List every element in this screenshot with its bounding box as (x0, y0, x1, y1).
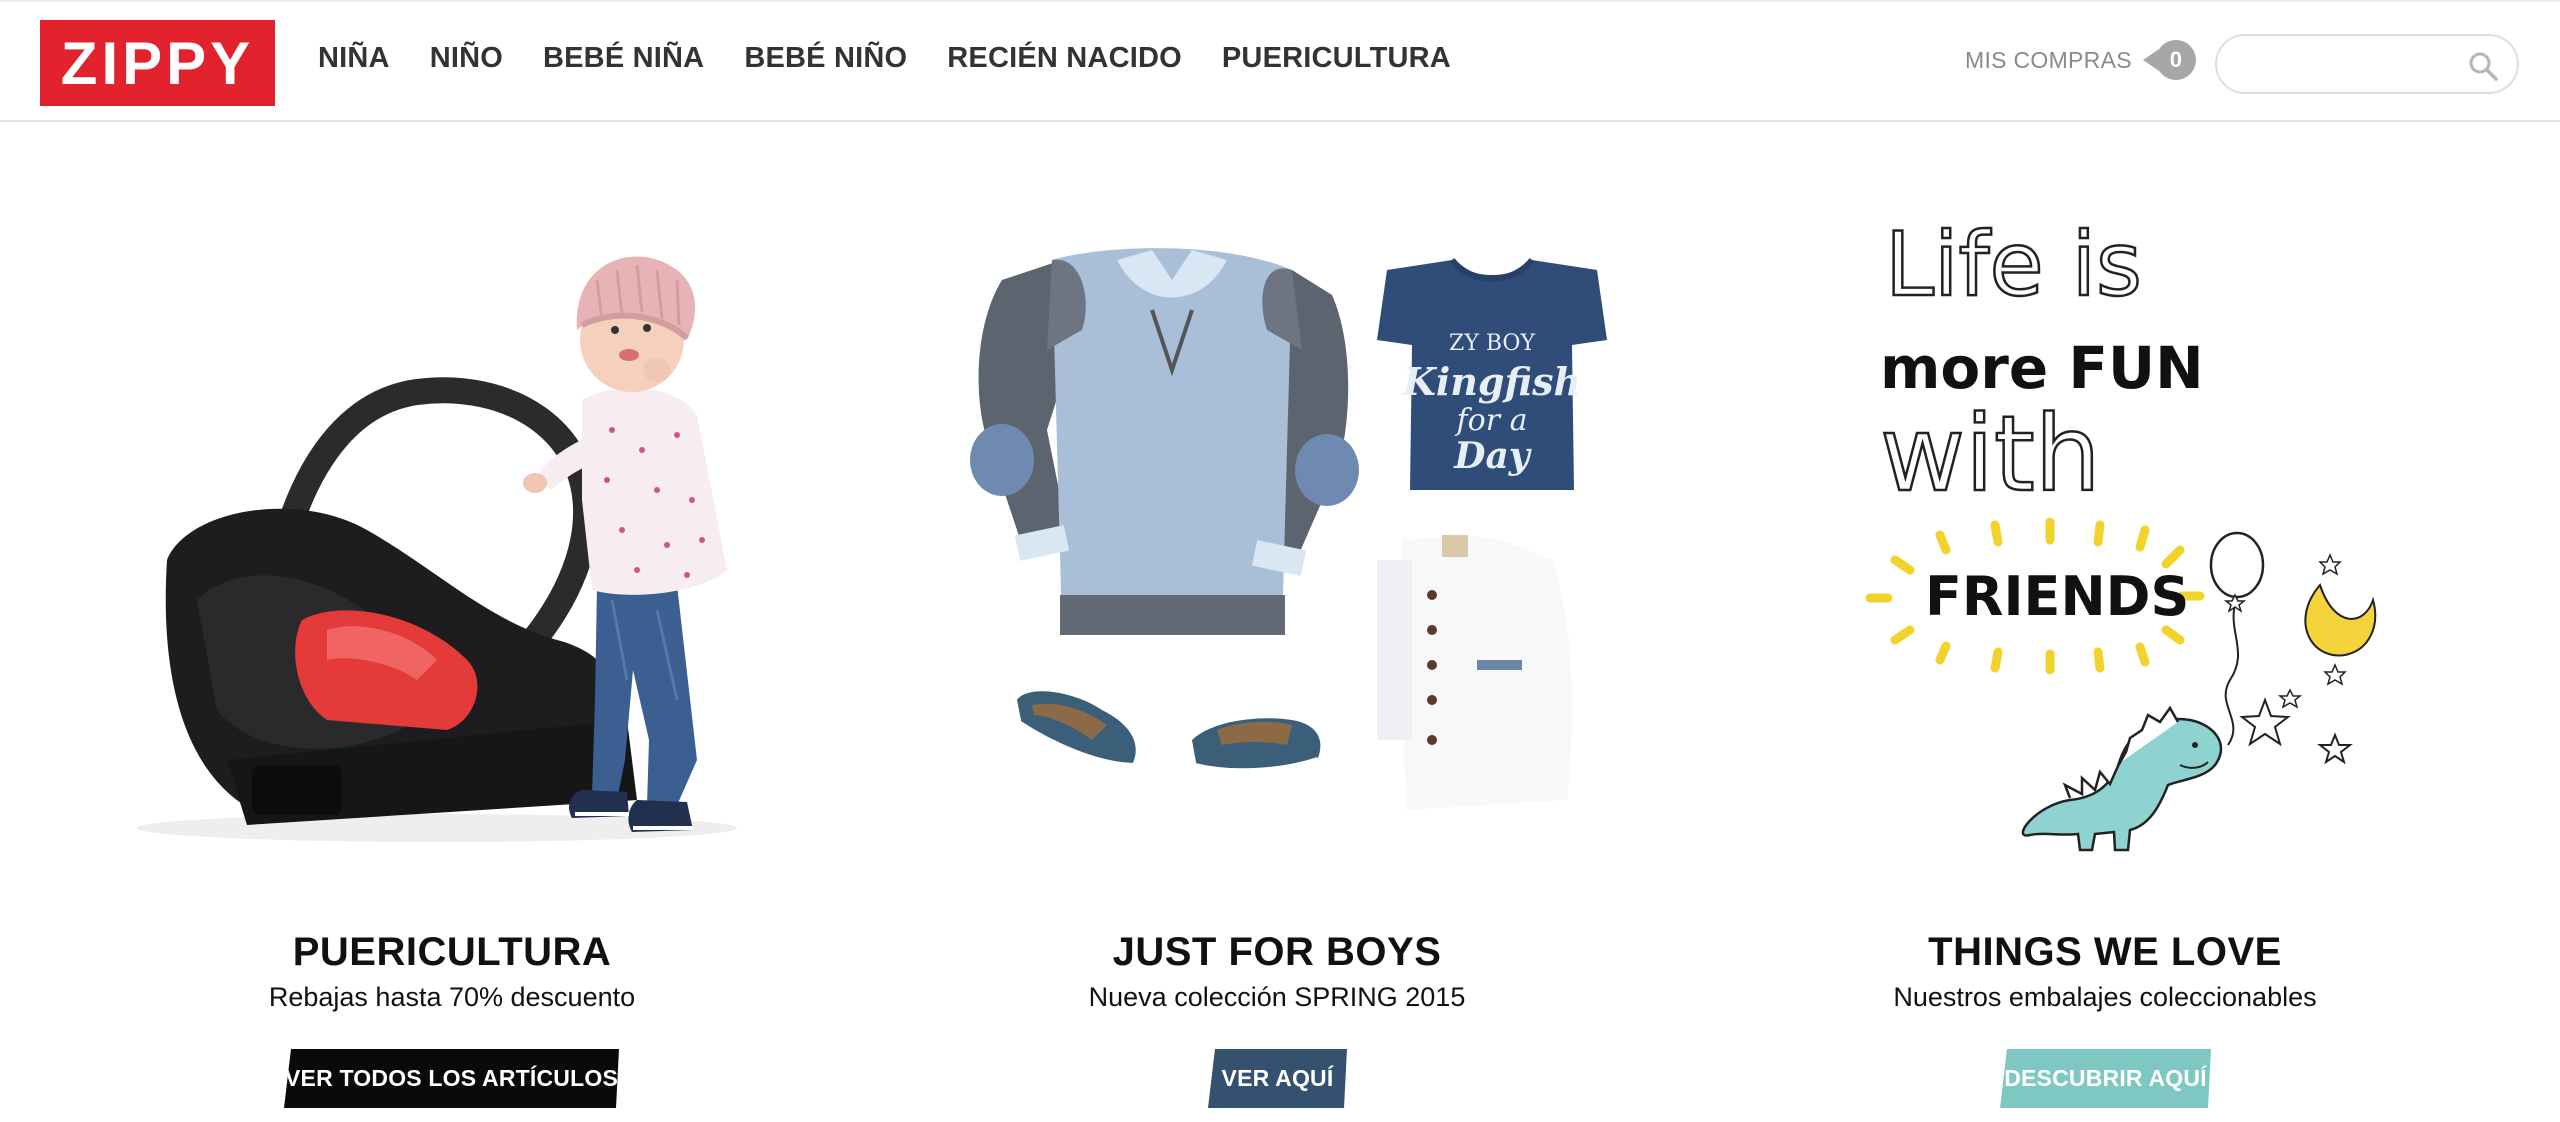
tshirt-text-line-1: ZY BOY (1449, 331, 1535, 356)
nav-item-nina[interactable]: NIÑA (318, 42, 390, 75)
nav-item-bebe-nina[interactable]: BEBÉ NIÑA (543, 42, 704, 75)
tshirt-text-line-4: Day (1453, 435, 1532, 477)
promo-title: PUERICULTURA (292, 930, 612, 974)
art-text-with: with (1880, 393, 2101, 515)
promo-things-we-love: Life is more FUN with FRIENDS THINGS WE … (1690, 200, 2520, 1122)
nav-item-puericultura[interactable]: PUERICULTURA (1222, 42, 1451, 75)
promo-subtitle: Nuestros embalajes coleccionables (1893, 982, 2317, 1012)
art-text-life-is: Life is (1885, 213, 2142, 316)
descubrir-aqui-button[interactable]: DESCUBRIR AQUÍ (2000, 1049, 2211, 1108)
cart-count-badge: 0 (2142, 40, 2196, 80)
main-nav: NIÑA NIÑO BEBÉ NIÑA BEBÉ NIÑO RECIÉN NAC… (318, 42, 1451, 75)
nav-item-nino[interactable]: NIÑO (430, 42, 503, 75)
promo-subtitle: Nueva colección SPRING 2015 (1088, 982, 1466, 1012)
search-input[interactable] (2239, 48, 2459, 82)
tshirt-text-line-2: Kingfish (1402, 359, 1581, 404)
promo-title: THINGS WE LOVE (1928, 930, 2282, 974)
nav-item-recien-nacido[interactable]: RECIÉN NACIDO (947, 42, 1182, 75)
baby-car-seat-image[interactable] (37, 200, 867, 880)
ver-aqui-button[interactable]: VER AQUÍ (1208, 1049, 1347, 1108)
zippy-logo[interactable]: ZIPPY (40, 20, 275, 106)
nav-item-bebe-nino[interactable]: BEBÉ NIÑO (744, 42, 907, 75)
promo-just-for-boys: ZY BOY Kingfish for a Day JUST FOR BOYS … (862, 200, 1692, 1122)
boys-outfit-image[interactable]: ZY BOY Kingfish for a Day (862, 200, 1692, 880)
cart-link[interactable]: MIS COMPRAS 0 (1965, 40, 2196, 80)
search-icon[interactable] (2467, 50, 2499, 82)
art-text-friends: FRIENDS (1925, 565, 2189, 628)
search-box (2215, 34, 2519, 94)
ver-todos-articulos-button[interactable]: VER TODOS LOS ARTÍCULOS (284, 1049, 619, 1108)
promo-title: JUST FOR BOYS (1112, 930, 1442, 974)
site-header: ZIPPY NIÑA NIÑO BEBÉ NIÑA BEBÉ NIÑO RECI… (0, 0, 2560, 122)
promo-puericultura: PUERICULTURA Rebajas hasta 70% descuento… (37, 200, 867, 1122)
art-text-more-fun: more FUN (1880, 334, 2204, 402)
cart-label: MIS COMPRAS (1965, 46, 2132, 73)
promo-subtitle: Rebajas hasta 70% descuento (268, 982, 636, 1012)
life-is-more-fun-illustration[interactable]: Life is more FUN with FRIENDS (1690, 200, 2520, 880)
tshirt-text-line-3: for a (1455, 403, 1528, 438)
